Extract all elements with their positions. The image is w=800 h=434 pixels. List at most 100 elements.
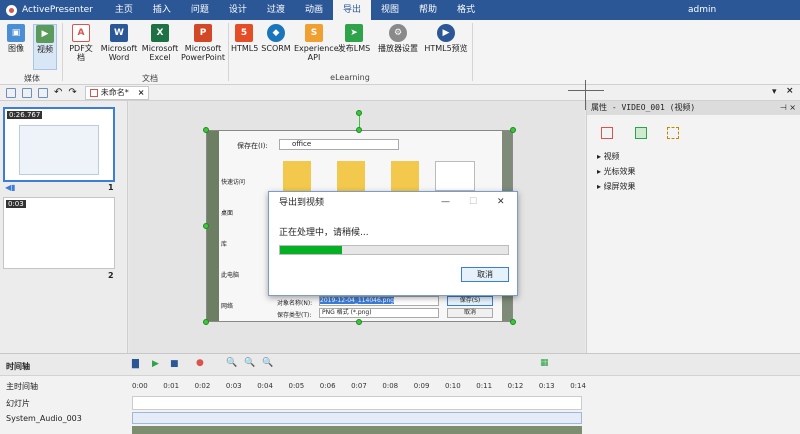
html5-icon: 5: [235, 24, 253, 42]
size-properties-icon[interactable]: [601, 127, 613, 139]
menu-tab-4[interactable]: 过渡: [257, 0, 295, 20]
slide-number: 2: [108, 271, 114, 280]
document-tab[interactable]: 未命名* ×: [84, 85, 150, 100]
user-name[interactable]: admin: [688, 0, 716, 20]
menu-tab-2[interactable]: 问题: [181, 0, 219, 20]
zoom-out-icon[interactable]: 🔍: [244, 358, 255, 368]
save-file-button[interactable]: 保存(S): [447, 296, 493, 306]
place-desktop[interactable]: 桌面: [221, 208, 261, 217]
minimize-icon[interactable]: —: [441, 197, 450, 207]
export-html5-button[interactable]: 5 HTML5: [231, 24, 258, 53]
menu-tab-6[interactable]: 导出: [332, 0, 371, 20]
quick-access-toolbar: ↶ ↷ 未命名* × ▾ ×: [0, 85, 800, 101]
export-excel-button[interactable]: X Microsoft Excel: [141, 24, 179, 62]
menu-tab-5[interactable]: 动画: [295, 0, 333, 20]
menu-tab-8[interactable]: 帮助: [409, 0, 447, 20]
save-icon[interactable]: [38, 87, 48, 98]
menu-tab-3[interactable]: 设计: [219, 0, 257, 20]
close-icon[interactable]: ✕: [497, 197, 505, 207]
place-library[interactable]: 库: [221, 239, 261, 248]
resize-handle-sw[interactable]: [203, 319, 209, 325]
place-quick-access[interactable]: 快速访问: [221, 177, 261, 186]
close-panel-icon[interactable]: ×: [786, 86, 794, 96]
record-icon[interactable]: ●: [196, 358, 204, 368]
time-tick: 0:10: [445, 382, 461, 390]
time-tick: 0:01: [163, 382, 180, 390]
folder-icon[interactable]: [337, 161, 365, 195]
cancel-export-button[interactable]: 取消: [461, 267, 509, 282]
resize-handle-s[interactable]: [356, 319, 362, 325]
player-settings-button[interactable]: ⚙ 播放器设置: [375, 24, 421, 53]
stop-icon[interactable]: ■: [170, 359, 179, 369]
zoom-in-icon[interactable]: 🔍: [226, 358, 237, 368]
resize-handle-w[interactable]: [203, 223, 209, 229]
resize-handle-nw[interactable]: [203, 127, 209, 133]
properties-tabs: [587, 115, 800, 149]
new-icon[interactable]: [6, 87, 16, 98]
close-tab-icon[interactable]: ×: [138, 88, 145, 97]
document-icon: [89, 88, 98, 97]
export-powerpoint-button[interactable]: P Microsoft PowerPoint: [181, 24, 225, 62]
scorm-icon: ◆: [267, 24, 285, 42]
resize-handle-n[interactable]: [356, 127, 362, 133]
slide-thumbnail-2[interactable]: 0:03: [3, 197, 115, 269]
effects-properties-icon[interactable]: [635, 127, 647, 139]
player-settings-icon: ⚙: [389, 24, 407, 42]
zoom-fit-icon[interactable]: 🔍: [262, 358, 273, 368]
redo-icon[interactable]: ↷: [68, 87, 76, 98]
filename-input[interactable]: 2019-12-04_114046.png: [319, 296, 439, 306]
place-this-pc[interactable]: 此电脑: [221, 270, 261, 279]
time-tick: 0:00: [132, 382, 148, 390]
export-video-button[interactable]: ▶ 视频: [33, 24, 57, 70]
menu-tab-7[interactable]: 视图: [371, 0, 409, 20]
group-separator: [62, 23, 63, 81]
export-pdf-button[interactable]: A PDF文档: [66, 24, 96, 62]
export-word-button[interactable]: W Microsoft Word: [100, 24, 138, 62]
menu-tab-9[interactable]: 格式: [447, 0, 485, 20]
section-video[interactable]: ▸ 视频: [587, 149, 800, 164]
slide-track[interactable]: [132, 396, 582, 410]
track-label-main[interactable]: 主时间轴: [6, 381, 38, 392]
panel-menu-icon[interactable]: ▾: [772, 87, 777, 97]
export-xapi-button[interactable]: S Experience API: [294, 24, 339, 62]
export-scorm-button[interactable]: ◆ SCORM: [261, 24, 291, 53]
app-logo-icon: [6, 4, 17, 16]
grid-icon[interactable]: ▦: [540, 358, 549, 368]
undo-icon[interactable]: ↶: [54, 87, 62, 98]
video-track[interactable]: [132, 426, 582, 434]
resize-handle-ne[interactable]: [510, 127, 516, 133]
pin-close-icon[interactable]: ⊣ ×: [780, 101, 796, 115]
section-green-screen[interactable]: ▸ 绿屏效果: [587, 179, 800, 194]
publish-lms-icon: ➤: [345, 24, 363, 42]
progress-fill: [280, 246, 342, 254]
time-tick: 0:08: [382, 382, 399, 390]
folder-icon[interactable]: [391, 161, 419, 195]
timeline-title: 时间轴: [6, 362, 30, 371]
open-icon[interactable]: [22, 87, 32, 98]
place-network[interactable]: 网络: [221, 301, 261, 310]
group-label-media: 媒体: [24, 74, 40, 83]
insert-icon[interactable]: ▇: [132, 359, 139, 369]
play-icon[interactable]: ▶: [152, 359, 159, 369]
animation-properties-icon[interactable]: [667, 127, 679, 139]
publish-lms-button[interactable]: ➤ 发布LMS: [336, 24, 372, 53]
file-thumbnail[interactable]: [435, 161, 475, 191]
app-brand[interactable]: ActivePresenter: [0, 4, 99, 16]
slide-thumbnail-1[interactable]: 0:26.767: [3, 107, 115, 182]
export-image-button[interactable]: ▣ 图像: [5, 24, 27, 53]
track-label-slide[interactable]: 幻灯片: [6, 398, 30, 409]
save-in-select[interactable]: office: [279, 139, 399, 150]
slide-number: 1: [108, 183, 114, 192]
filetype-select[interactable]: PNG 格式 (*.png): [319, 308, 439, 318]
filename-label: 对象名称(N):: [277, 300, 313, 307]
resize-handle-se[interactable]: [510, 319, 516, 325]
html5-preview-button[interactable]: ▶ HTML5预览: [423, 24, 469, 53]
menu-tab-0[interactable]: 主页: [105, 0, 143, 20]
audio-track[interactable]: [132, 412, 582, 424]
menu-tab-1[interactable]: 插入: [143, 0, 181, 20]
section-cursor-effects[interactable]: ▸ 光标效果: [587, 164, 800, 179]
export-video-dialog: 导出到视频 — ☐ ✕ 正在处理中，请稍候... 取消: [268, 191, 518, 296]
track-label-audio[interactable]: System_Audio_003: [6, 414, 82, 423]
cancel-file-button[interactable]: 取消: [447, 308, 493, 318]
folder-icon[interactable]: [283, 161, 311, 195]
